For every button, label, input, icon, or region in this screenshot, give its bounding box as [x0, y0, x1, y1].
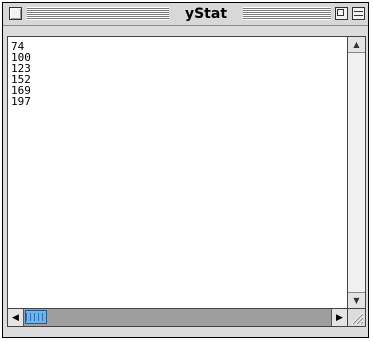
close-box-icon[interactable]	[9, 7, 22, 20]
vertical-scrollbar[interactable]: ▲ ▼	[348, 36, 366, 309]
scroll-left-arrow-icon[interactable]: ◀	[8, 309, 24, 326]
list-item: 197	[11, 95, 31, 108]
list-item: 100	[11, 51, 31, 64]
list-item: 74	[11, 40, 25, 53]
list-item: 169	[11, 84, 31, 97]
horizontal-scrollbar[interactable]: ◀ ▶	[7, 309, 348, 327]
title-stripes-right	[243, 7, 331, 20]
grow-box-icon[interactable]	[348, 309, 366, 327]
text-content-area[interactable]: 74 100 123 152 169 197	[7, 36, 348, 309]
scroll-down-arrow-icon[interactable]: ▼	[348, 292, 365, 308]
list-item: 123	[11, 62, 31, 75]
title-bar[interactable]: yStat	[3, 3, 368, 26]
value-list: 74 100 123 152 169 197	[8, 37, 347, 107]
scroll-right-arrow-icon[interactable]: ▶	[331, 309, 347, 326]
window-title: yStat	[184, 6, 228, 22]
horizontal-scroll-thumb[interactable]	[25, 310, 47, 324]
collapse-box-icon[interactable]	[352, 7, 365, 20]
window: yStat 74 100 123 152 169 197 ▲ ▼ ◀ ▶	[2, 2, 369, 338]
zoom-box-icon[interactable]	[335, 7, 348, 20]
title-stripes-left	[27, 7, 169, 20]
list-item: 152	[11, 73, 31, 86]
scroll-up-arrow-icon[interactable]: ▲	[348, 37, 365, 53]
